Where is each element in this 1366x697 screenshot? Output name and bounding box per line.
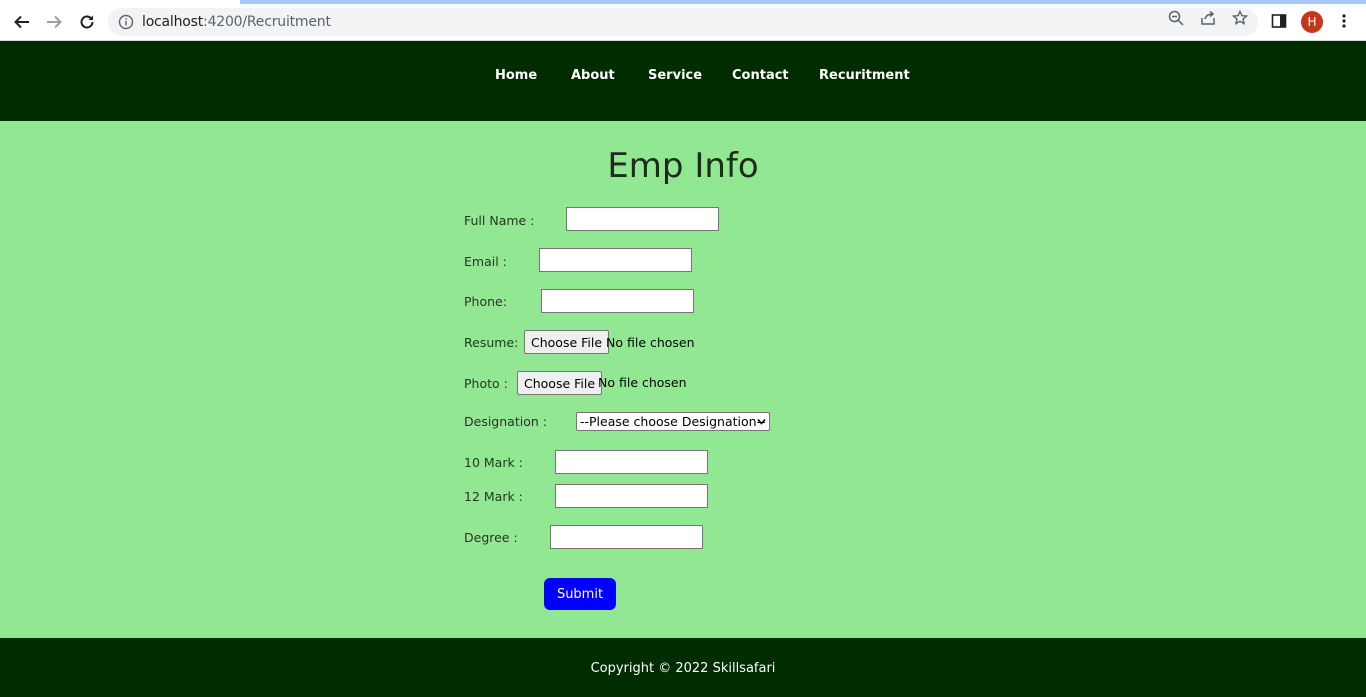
url-host: localhost [142, 14, 204, 30]
site-header: Home About Service Contact Recuritment [0, 41, 1366, 121]
address-bar[interactable]: localhost:4200/Recruitment [108, 8, 1258, 36]
photo-file-status: No file chosen [598, 375, 687, 390]
zoom-out-icon [1168, 10, 1184, 26]
kebab-menu-icon [1342, 14, 1346, 28]
nav-recruitment[interactable]: Recuritment [819, 68, 910, 83]
email-input[interactable] [539, 248, 692, 272]
degree-label: Degree : [464, 530, 518, 545]
phone-label: Phone: [464, 294, 507, 309]
url-text: localhost:4200/Recruitment [142, 14, 331, 30]
site-footer: Copyright © 2022 Skillsafari [0, 638, 1366, 697]
profile-avatar[interactable]: H [1301, 11, 1323, 33]
url-path: :4200/Recruitment [203, 14, 331, 30]
zoom-button[interactable] [1165, 7, 1187, 29]
full-name-label: Full Name : [464, 213, 535, 228]
forward-button[interactable] [41, 9, 67, 35]
photo-label: Photo : [464, 376, 508, 391]
reload-icon [80, 15, 94, 29]
resume-choose-file-button[interactable]: Choose File [524, 330, 610, 354]
page-title: Emp Info [607, 146, 759, 186]
reload-button[interactable] [74, 9, 100, 35]
designation-select[interactable]: --Please choose Designation-- [576, 412, 770, 431]
side-panel-icon [1271, 14, 1287, 28]
arrow-left-icon [14, 15, 29, 29]
mark12-input[interactable] [555, 484, 708, 508]
tab-strip-edge [0, 0, 1366, 4]
mark12-label: 12 Mark : [464, 489, 523, 504]
email-label: Email : [464, 254, 507, 269]
resume-file-status: No file chosen [606, 335, 695, 350]
share-button[interactable] [1197, 7, 1219, 29]
nav-contact[interactable]: Contact [732, 68, 789, 83]
degree-input[interactable] [550, 525, 703, 549]
side-panel-button[interactable] [1268, 10, 1290, 32]
photo-choose-file-button[interactable]: Choose File [517, 371, 603, 395]
info-icon[interactable] [118, 14, 134, 30]
menu-button[interactable] [1333, 10, 1355, 32]
resume-label: Resume: [464, 335, 519, 350]
nav-about[interactable]: About [571, 68, 615, 83]
nav-service[interactable]: Service [648, 68, 702, 83]
full-name-input[interactable] [566, 207, 719, 231]
star-icon [1232, 10, 1248, 25]
chevron-down-icon [757, 418, 766, 425]
main-nav: Home About Service Contact Recuritment [0, 68, 1366, 88]
nav-home[interactable]: Home [495, 68, 537, 83]
arrow-right-icon [47, 15, 62, 29]
submit-button[interactable]: Submit [544, 578, 616, 610]
back-button[interactable] [9, 9, 35, 35]
phone-input[interactable] [541, 289, 694, 313]
designation-selected-value: --Please choose Designation-- [580, 414, 766, 429]
mark10-input[interactable] [555, 450, 708, 474]
designation-label: Designation : [464, 414, 547, 429]
mark10-label: 10 Mark : [464, 455, 523, 470]
bookmark-button[interactable] [1229, 7, 1251, 29]
copyright-text: Copyright © 2022 Skillsafari [590, 661, 776, 676]
share-icon [1201, 10, 1215, 25]
browser-toolbar: localhost:4200/Recruitment H [0, 0, 1366, 41]
